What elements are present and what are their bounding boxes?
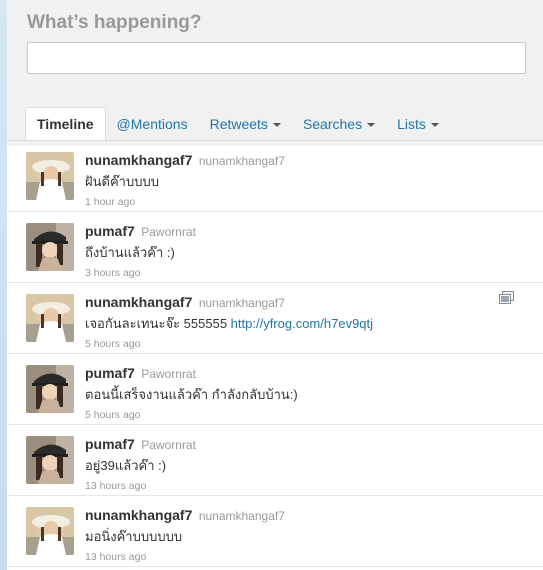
tweet-text: ฝันดีค๊าบบบบ [85, 172, 533, 191]
avatar[interactable] [26, 365, 74, 413]
tweet-item: nunamkhangaf7 nunamkhangaf7 มอนิ่งค๊าบบบ… [7, 496, 543, 567]
tweet-text-content: มอนิ่งค๊าบบบบบบ [85, 529, 183, 544]
composer-title: What’s happening? [27, 12, 202, 33]
tweet-screen-name[interactable]: nunamkhangaf7 [85, 507, 192, 523]
tweet-body: pumaf7 Pawornrat ตอนนี้เสร็จงานแล้วค๊า ก… [85, 364, 533, 423]
tweet-timestamp[interactable]: 5 hours ago [85, 407, 533, 423]
timeline: nunamkhangaf7 nunamkhangaf7 ฝันดีค๊าบบบบ… [7, 140, 543, 567]
tweet-item: pumaf7 Pawornrat ตอนนี้เสร็จงานแล้วค๊า ก… [7, 354, 543, 425]
page-side-strip [0, 0, 7, 570]
tweet-text-content: ฝันดีค๊าบบบบ [85, 174, 159, 189]
tweet-full-name: Pawornrat [141, 367, 196, 381]
avatar[interactable] [26, 152, 74, 200]
girl-in-sun-hat-avatar-image [26, 152, 74, 200]
tweet-body: nunamkhangaf7 nunamkhangaf7 เจอกันละเทนะ… [85, 293, 533, 352]
tweet-full-name: nunamkhangaf7 [198, 154, 285, 168]
tweet-timestamp[interactable]: 13 hours ago [85, 549, 533, 565]
girl-in-sun-hat-avatar-image [26, 294, 74, 342]
tweet-full-name: nunamkhangaf7 [198, 509, 285, 523]
tweet-header: nunamkhangaf7 nunamkhangaf7 [85, 151, 533, 170]
tab-label: Lists [397, 115, 426, 132]
avatar[interactable] [26, 507, 74, 555]
tweet-body: pumaf7 Pawornrat อยู่39แล้วค๊า :) 13 hou… [85, 435, 533, 494]
tweet-input[interactable] [27, 42, 526, 74]
tweet-full-name: nunamkhangaf7 [198, 296, 285, 310]
girl-in-cap-avatar-image [26, 436, 74, 484]
tweet-text: อยู่39แล้วค๊า :) [85, 456, 533, 475]
tab-timeline[interactable]: Timeline [25, 107, 106, 140]
tweet-item: nunamkhangaf7 nunamkhangaf7 เจอกันละเทนะ… [7, 283, 543, 354]
tweet-screen-name[interactable]: pumaf7 [85, 365, 135, 381]
avatar[interactable] [26, 294, 74, 342]
tweet-text: ถึงบ้านแล้วค๊า :) [85, 243, 533, 262]
tweet-text-content: เจอกันละเทนะจ๊ะ 555555 [85, 316, 231, 331]
tab-retweets[interactable]: Retweets [199, 107, 292, 140]
tweet-header: pumaf7 Pawornrat [85, 222, 533, 241]
tweet-item: pumaf7 Pawornrat ถึงบ้านแล้วค๊า :) 3 hou… [7, 212, 543, 283]
tweet-header: nunamkhangaf7 nunamkhangaf7 [85, 506, 533, 525]
girl-in-sun-hat-avatar-image [26, 507, 74, 555]
tweet-full-name: Pawornrat [141, 225, 196, 239]
tweet-timestamp[interactable]: 13 hours ago [85, 478, 533, 494]
tweet-header: nunamkhangaf7 nunamkhangaf7 [85, 293, 533, 312]
tweet-screen-name[interactable]: pumaf7 [85, 223, 135, 239]
tweet-screen-name[interactable]: nunamkhangaf7 [85, 152, 192, 168]
tab-label: @Mentions [116, 115, 188, 132]
tab-lists[interactable]: Lists [386, 107, 450, 140]
tweet-link[interactable]: http://yfrog.com/h7ev9qtj [231, 316, 373, 331]
tweet-item: pumaf7 Pawornrat อยู่39แล้วค๊า :) 13 hou… [7, 425, 543, 496]
tab-label: Retweets [209, 115, 268, 132]
avatar[interactable] [26, 436, 74, 484]
tweet-header: pumaf7 Pawornrat [85, 435, 533, 454]
tweet-text-content: ถึงบ้านแล้วค๊า :) [85, 245, 175, 260]
tweet-composer: What’s happening? Timeline @Mentions Ret… [7, 0, 543, 146]
tweet-body: nunamkhangaf7 nunamkhangaf7 ฝันดีค๊าบบบบ… [85, 151, 533, 210]
caret-down-icon [272, 122, 281, 127]
tweet-text: เจอกันละเทนะจ๊ะ 555555 http://yfrog.com/… [85, 314, 533, 333]
tweet-body: pumaf7 Pawornrat ถึงบ้านแล้วค๊า :) 3 hou… [85, 222, 533, 281]
girl-in-cap-avatar-image [26, 365, 74, 413]
media-preview-icon[interactable] [499, 291, 514, 309]
tweet-timestamp[interactable]: 3 hours ago [85, 265, 533, 281]
tweet-body: nunamkhangaf7 nunamkhangaf7 มอนิ่งค๊าบบบ… [85, 506, 533, 565]
tab-mentions[interactable]: @Mentions [106, 107, 199, 140]
tweet-item: nunamkhangaf7 nunamkhangaf7 ฝันดีค๊าบบบบ… [7, 141, 543, 212]
tweet-timestamp[interactable]: 1 hour ago [85, 194, 533, 210]
girl-in-cap-avatar-image [26, 223, 74, 271]
timeline-tabs: Timeline @Mentions Retweets Searches Lis… [25, 107, 450, 140]
tweet-screen-name[interactable]: pumaf7 [85, 436, 135, 452]
avatar[interactable] [26, 223, 74, 271]
tab-label: Timeline [37, 116, 94, 132]
tweet-text: ตอนนี้เสร็จงานแล้วค๊า กำลังกลับบ้าน:) [85, 385, 533, 404]
tweet-text-content: อยู่39แล้วค๊า :) [85, 458, 167, 473]
tweet-header: pumaf7 Pawornrat [85, 364, 533, 383]
tab-searches[interactable]: Searches [292, 107, 386, 140]
tweet-timestamp[interactable]: 5 hours ago [85, 336, 533, 352]
caret-down-icon [430, 122, 439, 127]
tweet-screen-name[interactable]: nunamkhangaf7 [85, 294, 192, 310]
tweet-text-content: ตอนนี้เสร็จงานแล้วค๊า กำลังกลับบ้าน:) [85, 387, 298, 402]
tab-label: Searches [302, 115, 363, 132]
caret-down-icon [367, 122, 376, 127]
tweet-text: มอนิ่งค๊าบบบบบบ [85, 527, 533, 546]
tweet-full-name: Pawornrat [141, 438, 196, 452]
image-gallery-icon [499, 291, 514, 304]
